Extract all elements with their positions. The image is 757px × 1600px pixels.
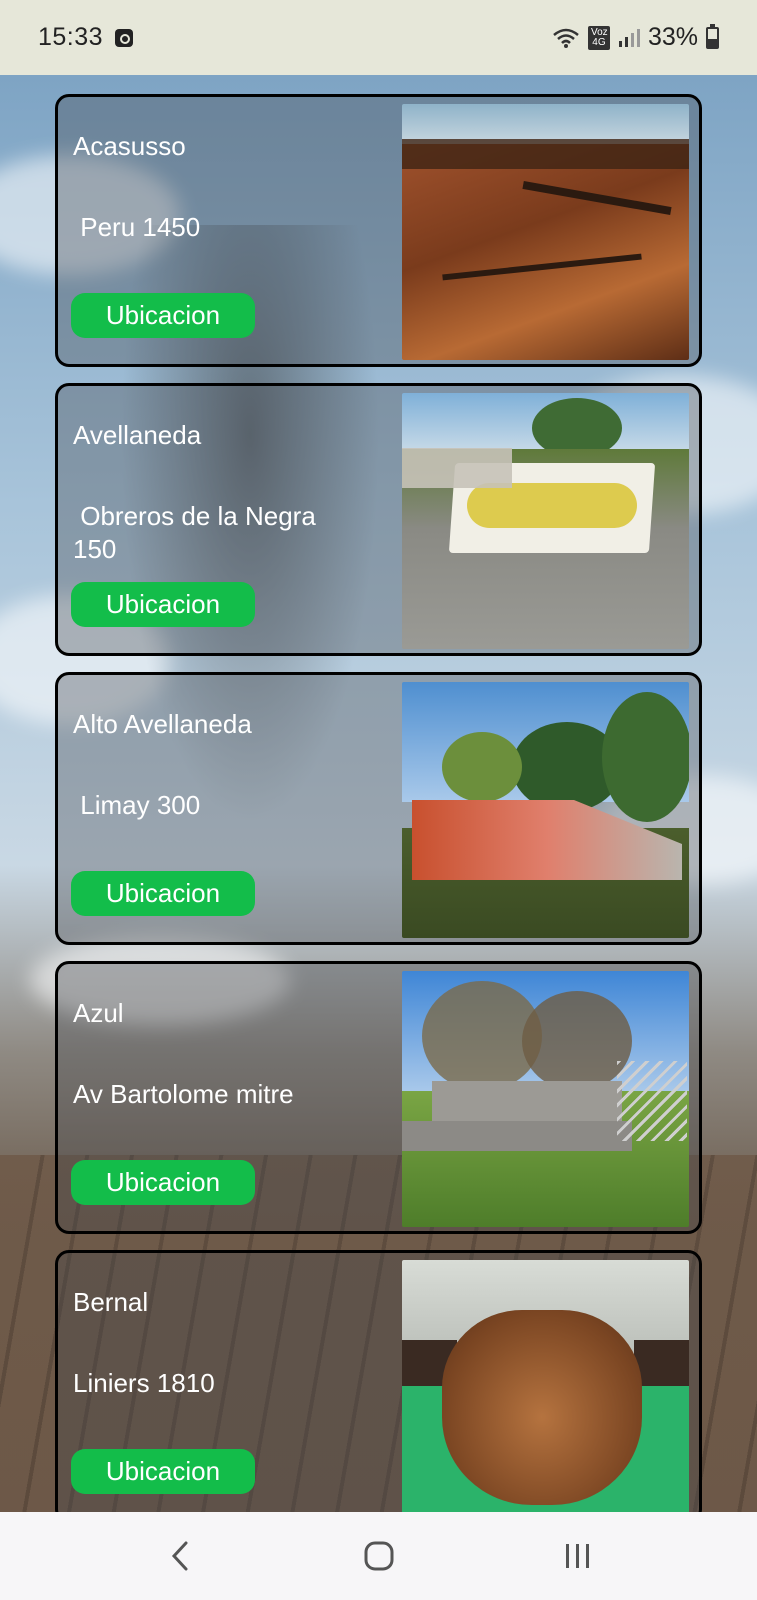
home-button[interactable]: [349, 1526, 409, 1586]
park-name: Acasusso: [73, 131, 186, 161]
location-button[interactable]: Ubicacion: [71, 871, 255, 916]
signal-icon: [618, 28, 640, 47]
park-name: Alto Avellaneda: [73, 709, 252, 739]
park-card[interactable]: Azul Av Bartolome mitre Ubicacion: [55, 961, 702, 1234]
indoor-bowl-photo: [402, 1260, 689, 1512]
park-name: Bernal: [73, 1287, 149, 1317]
back-chevron-icon: [171, 1541, 187, 1571]
park-address: Obreros de la Negra 150: [73, 501, 316, 564]
status-time: 15:33: [38, 23, 104, 51]
recents-button[interactable]: [548, 1526, 608, 1586]
wifi-icon: [553, 28, 579, 48]
park-list[interactable]: Acasusso Peru 1450 Ubicacion Avellaneda …: [0, 75, 757, 1512]
status-bar: 15:33 Voz 4G 33%: [0, 0, 757, 75]
clock-app-icon: [115, 28, 134, 47]
location-button[interactable]: Ubicacion: [71, 582, 255, 627]
wooden-skate-ramp-photo: [402, 104, 689, 360]
park-address: Av Bartolome mitre: [73, 1079, 294, 1109]
battery-icon: [706, 23, 719, 49]
battery-percent: 33%: [647, 23, 698, 51]
park-card[interactable]: Bernal Liniers 1810 Ubicacion: [55, 1250, 702, 1512]
graffiti-ramp-photo: [402, 393, 689, 649]
park-quarter-pipe-photo: [402, 682, 689, 938]
park-card[interactable]: Acasusso Peru 1450 Ubicacion: [55, 94, 702, 367]
park-address: Limay 300: [73, 790, 201, 820]
app-screen: 15:33 Voz 4G 33% Acasusso Peru 1450 Ubic…: [0, 0, 757, 1600]
park-address: Peru 1450: [73, 212, 201, 242]
concrete-skatepark-photo: [402, 971, 689, 1227]
park-name: Avellaneda: [73, 420, 202, 450]
home-rounded-square-icon: [364, 1541, 393, 1571]
park-address: Liniers 1810: [73, 1368, 215, 1398]
park-card[interactable]: Avellaneda Obreros de la Negra 150 Ubica…: [55, 383, 702, 656]
location-button[interactable]: Ubicacion: [71, 1160, 255, 1205]
recents-bars-icon: [565, 1544, 589, 1568]
park-card[interactable]: Alto Avellaneda Limay 300 Ubicacion: [55, 672, 702, 945]
location-button[interactable]: Ubicacion: [71, 1449, 255, 1494]
navigation-bar: [0, 1512, 757, 1600]
back-button[interactable]: [150, 1526, 210, 1586]
status-right: Voz 4G 33%: [552, 23, 719, 52]
park-name: Azul: [73, 998, 124, 1028]
location-button[interactable]: Ubicacion: [71, 293, 255, 338]
volte-badge: Voz 4G: [587, 25, 610, 50]
